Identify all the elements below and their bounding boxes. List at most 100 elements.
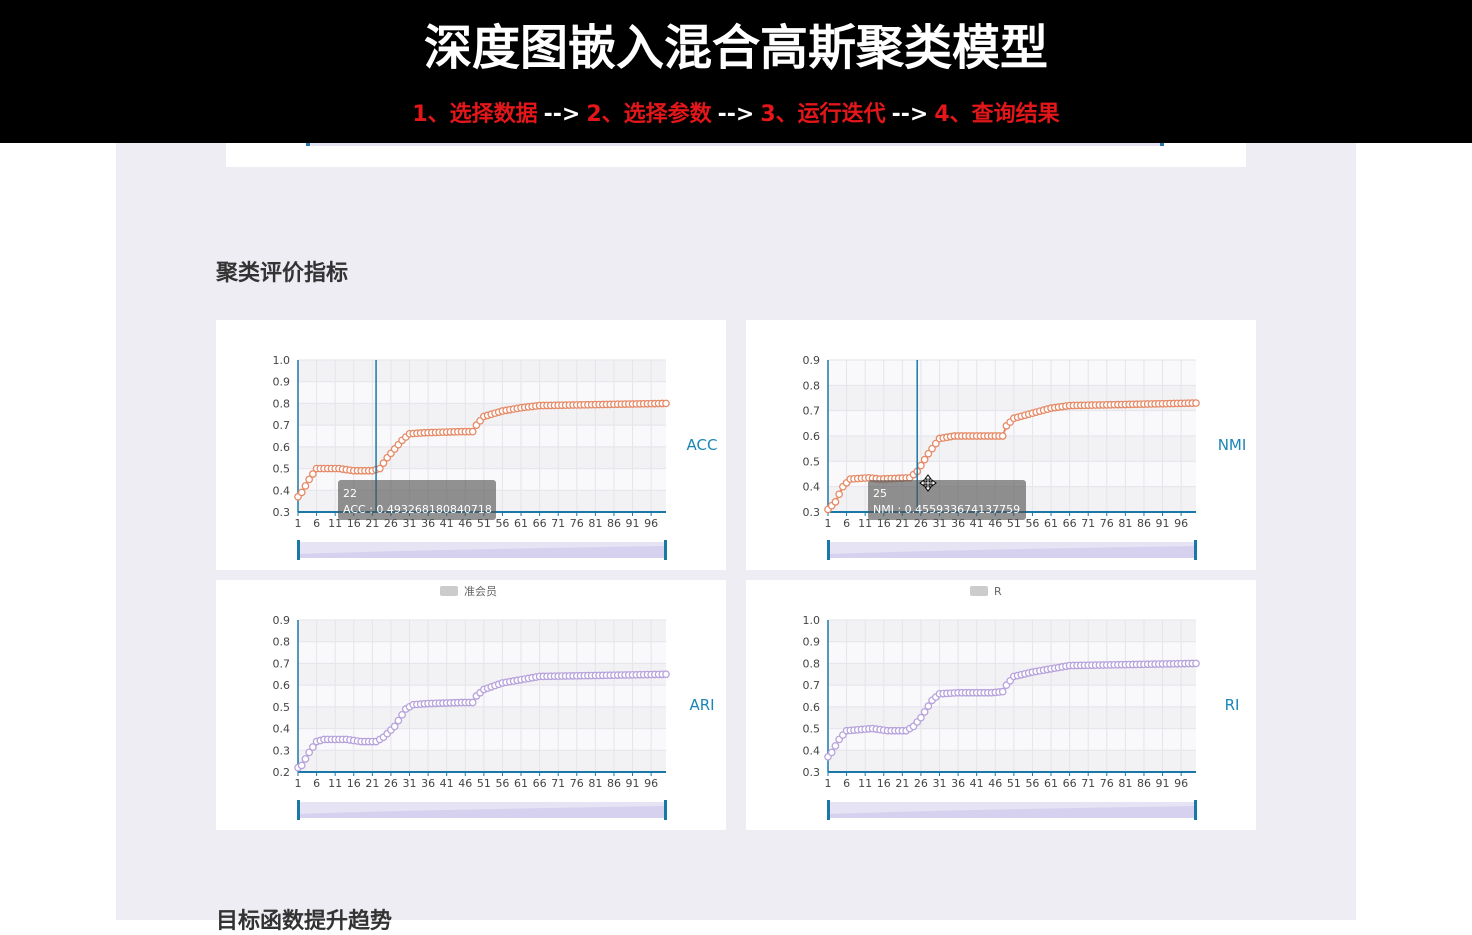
legend-swatch[interactable] <box>970 586 988 596</box>
data-point[interactable] <box>827 748 836 757</box>
data-point[interactable] <box>835 490 844 499</box>
x-tick-label: 21 <box>895 777 909 790</box>
grid-band <box>298 750 666 772</box>
data-point[interactable] <box>297 761 306 770</box>
data-point[interactable] <box>468 427 477 436</box>
zoom-handle-right[interactable] <box>664 800 667 820</box>
x-tick-label: 56 <box>1025 517 1039 530</box>
y-tick-label: 0.3 <box>273 506 291 519</box>
x-tick-label: 71 <box>551 777 565 790</box>
zoom-handle-left[interactable] <box>297 800 300 820</box>
x-tick-label: 66 <box>533 777 547 790</box>
y-tick-label: 0.4 <box>803 481 821 494</box>
data-point[interactable] <box>297 488 306 497</box>
data-point[interactable] <box>920 455 929 464</box>
x-tick-label: 11 <box>328 777 342 790</box>
y-tick-label: 0.5 <box>273 463 291 476</box>
y-tick-label: 0.9 <box>803 354 821 367</box>
y-tick-label: 0.7 <box>803 679 821 692</box>
data-point[interactable] <box>917 461 925 470</box>
x-tick-label: 96 <box>644 777 658 790</box>
x-tick-label: 66 <box>533 517 547 530</box>
zoom-handle-right[interactable] <box>1194 800 1197 820</box>
data-point[interactable] <box>998 432 1007 440</box>
x-tick-label: 6 <box>843 517 850 530</box>
y-tick-label: 0.9 <box>273 614 291 627</box>
nmi-line-chart[interactable]: 0.30.40.50.60.70.80.91 6 11 16 21 26 31 36 41 46 5… <box>746 320 1256 570</box>
step-query-results: 4、查询结果 <box>934 102 1060 127</box>
x-tick-label: 91 <box>626 517 640 530</box>
x-tick-label: 56 <box>495 517 509 530</box>
x-tick-label: 41 <box>440 777 454 790</box>
y-tick-label: 1.0 <box>803 614 821 627</box>
step-arrow: --> <box>717 102 755 127</box>
x-tick-label: 16 <box>347 777 361 790</box>
y-tick-label: 0.5 <box>803 455 821 468</box>
step-arrow: --> <box>543 102 581 127</box>
y-tick-label: 0.6 <box>803 430 821 443</box>
y-tick-label: 0.4 <box>273 484 291 497</box>
data-point[interactable] <box>301 482 310 490</box>
plot-area <box>828 620 1196 772</box>
x-tick-label: 76 <box>570 777 584 790</box>
grid-band <box>828 620 1196 642</box>
y-tick-label: 0.2 <box>273 766 291 779</box>
x-tick-label: 81 <box>1118 777 1132 790</box>
ari-line-chart[interactable]: 0.20.30.40.50.60.70.80.91 6 11 16 21 26 31 36 41… <box>216 580 726 830</box>
y-tick-label: 0.6 <box>803 701 821 714</box>
y-tick-label: 0.7 <box>273 657 291 670</box>
tooltip-value: ACC : 0.493268180840718 <box>343 503 492 516</box>
x-tick-label: 36 <box>951 777 965 790</box>
y-tick-label: 0.5 <box>273 701 291 714</box>
y-tick-label: 1.0 <box>273 354 291 367</box>
zoom-handle-left[interactable] <box>827 800 830 820</box>
step-select-data: 1、选择数据 <box>412 102 538 127</box>
data-point[interactable] <box>831 742 840 750</box>
step-run-iterations: 3、运行迭代 <box>760 102 886 127</box>
x-tick-label: 76 <box>570 517 584 530</box>
ri-line-chart[interactable]: 0.30.40.50.60.70.80.91.01 6 11 16 21 26 31 36 41… <box>746 580 1256 830</box>
x-tick-label: 76 <box>1100 517 1114 530</box>
data-point[interactable] <box>1192 659 1200 668</box>
data-point[interactable] <box>468 698 477 707</box>
tooltip-value: NMI : 0.455933674137759 <box>873 503 1020 516</box>
legend-label[interactable]: R <box>994 585 1002 598</box>
y-tick-label: 0.9 <box>273 376 291 389</box>
grid-band <box>828 436 1196 462</box>
data-point[interactable] <box>1192 399 1200 407</box>
data-point[interactable] <box>998 687 1007 696</box>
tooltip-title: 25 <box>873 487 887 500</box>
y-tick-label: 0.8 <box>803 657 821 670</box>
x-tick-label: 21 <box>365 777 379 790</box>
grid-band <box>298 706 666 729</box>
y-tick-label: 0.3 <box>273 744 291 757</box>
ari-chart-card: 0.2 0.3 0.4 0.5 0.6 0.7 0.8 0.9 1 6 11 16 21 26 31 36 41… <box>216 580 726 830</box>
x-tick-label: 66 <box>1063 777 1077 790</box>
x-tick-label: 41 <box>970 777 984 790</box>
data-point[interactable] <box>662 399 670 408</box>
y-tick-label: 0.6 <box>273 679 291 692</box>
step-arrow: --> <box>891 102 929 127</box>
data-point[interactable] <box>301 755 310 763</box>
zoom-handle-left[interactable] <box>827 540 830 560</box>
x-tick-label: 86 <box>607 777 621 790</box>
x-tick-label: 6 <box>313 777 320 790</box>
x-tick-label: 61 <box>514 517 528 530</box>
y-tick-label: 0.4 <box>273 723 291 736</box>
data-point[interactable] <box>662 670 670 679</box>
y-tick-label: 0.3 <box>803 506 821 519</box>
acc-line-chart[interactable]: 0.30.40.50.60.70.80.91.01 6 11 16 21 26 31 36 41… <box>216 320 726 570</box>
x-tick-label: 71 <box>551 517 565 530</box>
zoom-handle-right[interactable] <box>1194 540 1197 560</box>
zoom-handle-left[interactable] <box>297 540 300 560</box>
banner-steps: 1、选择数据 --> 2、选择参数 --> 3、运行迭代 --> 4、查询结果 <box>0 100 1472 130</box>
x-tick-label: 46 <box>988 777 1002 790</box>
acc-chart-card: 0.3 0.4 0.5 0.6 0.7 0.8 0.9 1.0 1 6 11 16 21 26 31 36 41… <box>216 320 726 570</box>
zoom-handle-right[interactable] <box>664 540 667 560</box>
data-point[interactable] <box>831 498 840 506</box>
x-tick-label: 81 <box>588 777 602 790</box>
legend-label[interactable]: 准会员 <box>464 585 497 598</box>
legend-swatch[interactable] <box>440 586 458 596</box>
x-tick-label: 1 <box>295 777 302 790</box>
metric-label: RI <box>1225 696 1240 714</box>
